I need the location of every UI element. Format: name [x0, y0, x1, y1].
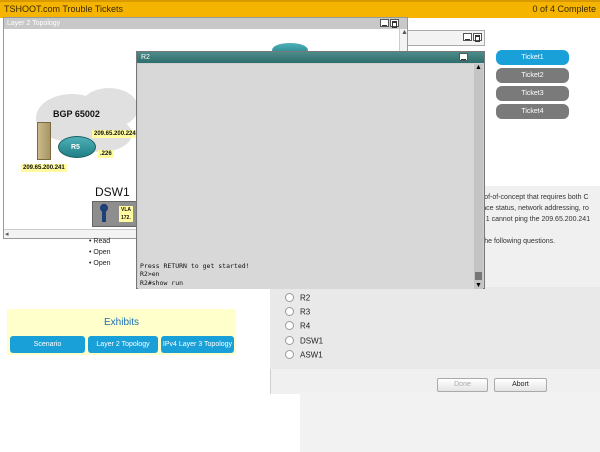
console-terminal[interactable]: Press RETURN to get started! R2>en R2#show…: [138, 64, 475, 289]
radio-button[interactable]: [285, 293, 294, 303]
app-title: TSHOOT.com Trouble Tickets: [4, 4, 124, 14]
minimize-icon[interactable]: [459, 53, 468, 61]
window-title-text: Layer 2 Topology: [7, 20, 61, 27]
question-text: roof-of-concept that requires both C rfa…: [478, 192, 600, 247]
background-window[interactable]: [405, 30, 485, 46]
vlan-box: [92, 201, 140, 227]
answer-option-asw1[interactable]: ASW1: [285, 350, 323, 362]
answer-option-r4[interactable]: R4: [285, 321, 310, 333]
radio-button[interactable]: [285, 350, 294, 360]
ticket-2-button[interactable]: Ticket2: [496, 68, 569, 83]
bullet-item: • Open: [89, 249, 111, 256]
bottom-panel: [300, 392, 600, 452]
abort-button[interactable]: Abort: [494, 378, 547, 392]
ticket-3-button[interactable]: Ticket3: [496, 86, 569, 101]
scenario-button[interactable]: Scenario: [10, 336, 85, 353]
ticket-1-button[interactable]: Ticket1: [496, 50, 569, 65]
answer-option-r2[interactable]: R2: [285, 293, 310, 305]
radio-button[interactable]: [285, 307, 294, 317]
console-title: R2: [141, 54, 150, 61]
bullet-item: • Open: [89, 260, 111, 267]
ip-label: 209.65.200.224: [92, 130, 138, 138]
ip-label: .226: [98, 150, 114, 158]
instruction-bullets: • Read • Open • Open: [89, 236, 137, 269]
bgp-label: BGP 65002: [53, 109, 100, 119]
vlan-node-icon: [100, 204, 108, 212]
question-line: [478, 225, 600, 236]
bullet-item: • Read: [89, 238, 111, 245]
maximize-icon[interactable]: [473, 33, 482, 41]
scroll-down-icon[interactable]: ▼: [475, 282, 482, 289]
answer-option-r3[interactable]: R3: [285, 307, 310, 319]
layer2-topology-button[interactable]: Layer 2 Topology: [88, 336, 158, 353]
console-line: Press RETURN to get started!: [140, 261, 250, 270]
ip-label: 209.65.200.241: [21, 164, 67, 172]
maximize-icon[interactable]: [390, 19, 399, 27]
question-line: roof-of-concept that requires both C: [478, 194, 589, 201]
console-line: R2#show run: [140, 278, 184, 287]
scroll-thumb[interactable]: [475, 272, 482, 280]
console-title-bar: R2: [137, 52, 484, 63]
done-button[interactable]: Done: [437, 378, 488, 392]
window-controls: [379, 19, 399, 30]
bullet-text: Open: [93, 260, 111, 267]
topology-window-title: Layer 2 Topology: [4, 18, 407, 29]
ticket-4-button[interactable]: Ticket4: [496, 104, 569, 119]
vlan-ip-label: 172.: [119, 214, 133, 222]
option-label: R2: [300, 293, 311, 303]
console-line: R2>en: [140, 270, 160, 278]
window-controls: [458, 53, 468, 64]
console-window-r2[interactable]: R2 Press RETURN to get started! R2>en R2#s…: [136, 51, 485, 289]
window-controls: [462, 33, 482, 42]
ipv4-layer3-topology-button[interactable]: IPv4 Layer 3 Topology: [161, 336, 234, 353]
exhibits-title: Exhibits: [103, 317, 139, 328]
progress-status: 0 of 4 Complete: [532, 4, 596, 14]
scroll-up-icon[interactable]: ▲: [475, 64, 482, 71]
bullet-text: Read: [93, 238, 111, 245]
vlan-label: VLA: [119, 206, 133, 214]
radio-button[interactable]: [285, 321, 294, 331]
option-label: DSW1: [300, 336, 324, 346]
minimize-icon[interactable]: [380, 19, 389, 27]
radio-button[interactable]: [285, 336, 294, 346]
option-label: ASW1: [300, 350, 323, 360]
top-bar: TSHOOT.com Trouble Tickets 0 of 4 Comple…: [0, 0, 600, 18]
answer-option-dsw1[interactable]: DSW1: [285, 336, 323, 348]
question-line: r the following questions.: [478, 238, 556, 245]
option-label: R4: [300, 321, 311, 331]
question-line: nt 1 cannot ping the 209.65.200.241: [478, 216, 591, 223]
scroll-left-icon[interactable]: ◂: [5, 230, 9, 238]
minimize-icon[interactable]: [463, 33, 472, 41]
console-scrollbar[interactable]: ▲ ▼: [474, 64, 483, 289]
server-icon: [37, 122, 51, 160]
dsw1-label: DSW1: [95, 185, 130, 199]
question-line: rface status, network addressing, ro: [478, 205, 589, 212]
router-label: R5: [71, 144, 80, 151]
console-output: Press RETURN to get started! R2>en R2#show…: [140, 262, 250, 288]
scroll-up-icon[interactable]: ▲: [401, 29, 408, 36]
option-label: R3: [300, 307, 311, 317]
exhibits-panel: Exhibits Scenario Layer 2 Topology IPv4 …: [7, 309, 236, 355]
bullet-text: Open: [93, 249, 111, 256]
